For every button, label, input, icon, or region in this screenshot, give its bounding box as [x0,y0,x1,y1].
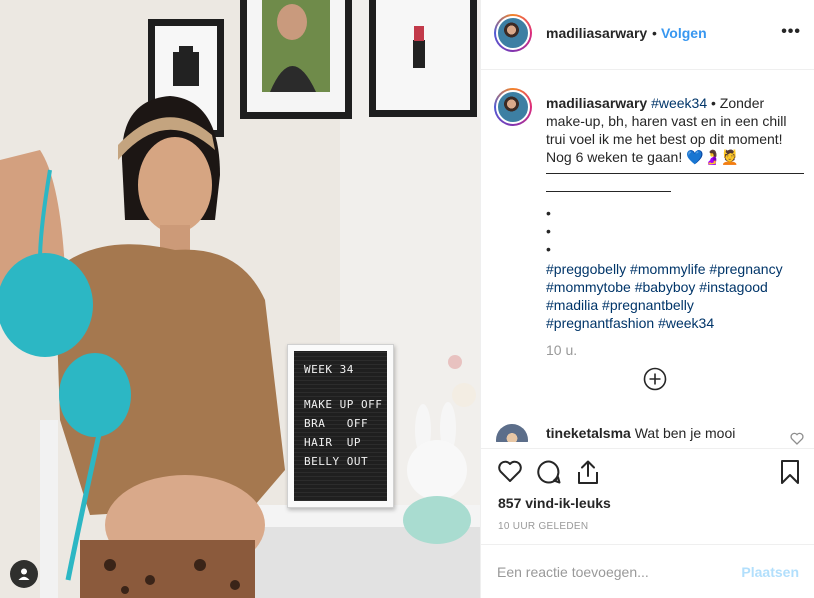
letterboard-line-4: HAIR UP [304,436,361,449]
letterboard-line-1: WEEK 34 [304,363,354,376]
caption-bullet: • [546,205,551,221]
post-actions: 857 vind-ik-leuks 10 UUR GELEDEN [481,448,814,544]
share-icon[interactable] [576,459,600,488]
caption-hashtags[interactable]: #preggobelly #mommylife #pregnancy #momm… [546,260,804,332]
comment-username[interactable]: tineketalsma [546,425,631,441]
post-comment-button[interactable]: Plaatsen [741,564,799,580]
letterboard-line-2: MAKE UP OFF [304,398,383,411]
add-comment-bar: Een reactie toevoegen... Plaatsen [481,544,814,598]
caption-divider-short [546,191,671,192]
comment-body: tineketalsma Wat ben je mooi [546,425,735,441]
caption-bullet: • [546,223,551,239]
header-separator: • [652,25,657,41]
more-icon[interactable]: ••• [781,23,801,41]
likes-count[interactable]: 857 vind-ik-leuks [498,495,611,511]
avatar[interactable] [494,14,532,52]
bookmark-icon[interactable] [780,459,800,488]
caption-time-ago[interactable]: 10 u. [546,342,577,358]
comment-avatar[interactable] [496,424,528,442]
comment-input[interactable]: Een reactie toevoegen... [497,564,649,580]
comment-heart-icon[interactable] [790,432,804,448]
comment-icon[interactable] [536,459,562,488]
post-timestamp[interactable]: 10 UUR GELEDEN [498,521,588,532]
photo-scene [0,0,480,598]
caption-username[interactable]: madiliasarwary [546,95,647,111]
letterboard-line-5: BELLY OUT [304,455,369,468]
comment-row: tineketalsma Wat ben je mooi [494,420,804,442]
plus-circle-icon[interactable] [643,367,667,394]
post-photo[interactable]: WEEK 34 MAKE UP OFF BRA OFF HAIR UP BELL… [0,0,480,598]
letter-board-face: WEEK 34 MAKE UP OFF BRA OFF HAIR UP BELL… [294,351,387,501]
caption-avatar[interactable] [494,88,532,126]
heart-icon[interactable] [497,459,523,486]
follow-button[interactable]: Volgen [661,25,707,41]
instagram-post: WEEK 34 MAKE UP OFF BRA OFF HAIR UP BELL… [0,0,814,598]
frame-lipstick [369,0,477,117]
header-username[interactable]: madiliasarwary [546,25,647,41]
post-header: madiliasarwary • Volgen ••• [481,0,814,70]
comment-text: Wat ben je mooi [634,425,736,441]
post-side-panel: madiliasarwary • Volgen ••• madiliasarwa… [480,0,814,598]
letter-board: WEEK 34 MAKE UP OFF BRA OFF HAIR UP BELL… [287,344,394,508]
user-tag-icon[interactable] [10,560,38,588]
letterboard-line-3: BRA OFF [304,417,369,430]
caption-hashtag-link[interactable]: #week34 [651,95,707,111]
caption-bullet: • [546,241,551,257]
caption-divider-long [546,173,804,174]
frame-portrait [240,0,352,119]
post-caption: madiliasarwary #week34 • Zonder make-up,… [546,94,804,332]
